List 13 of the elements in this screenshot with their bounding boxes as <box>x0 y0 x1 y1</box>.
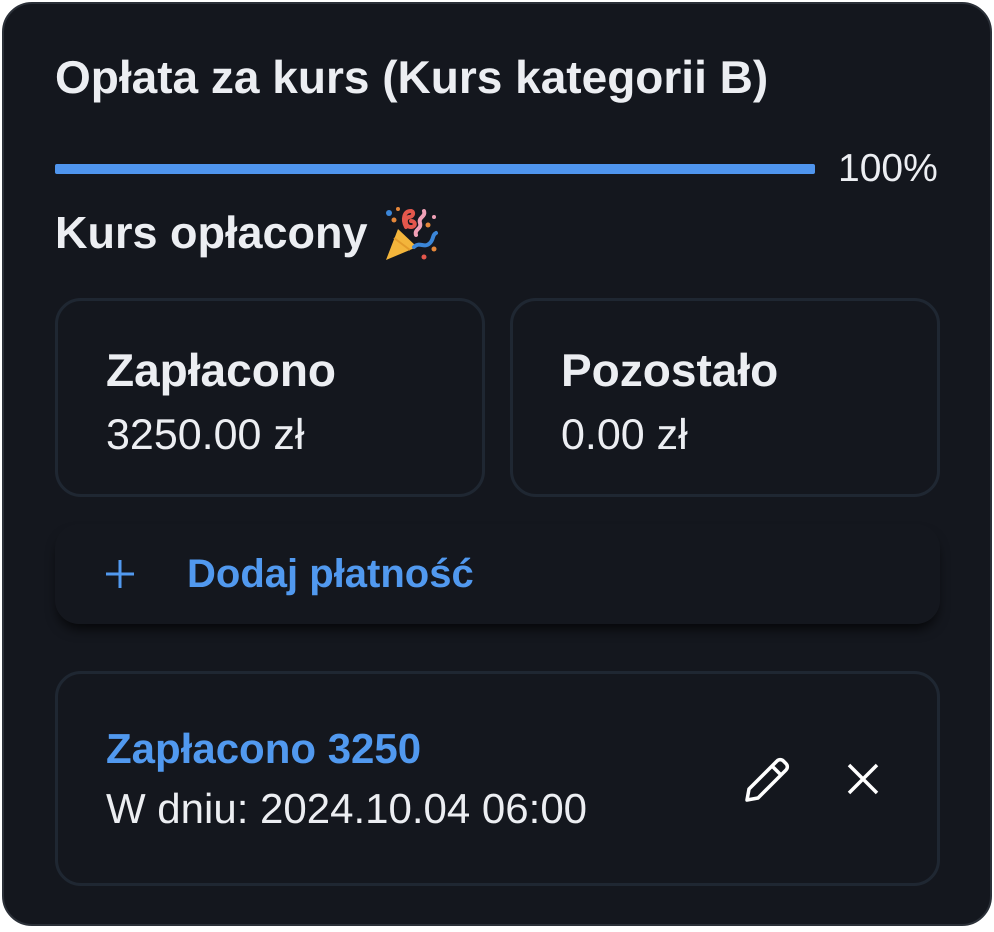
summary-value: 3250.00 zł <box>106 410 306 460</box>
close-icon[interactable] <box>847 762 879 794</box>
summary-label: Pozostało <box>561 343 780 397</box>
card-title: Opłata za kurs (Kurs kategorii B) <box>55 50 770 104</box>
add-payment-button[interactable]: Dodaj płatność <box>55 524 940 624</box>
plus-icon <box>106 560 134 588</box>
summary-label: Zapłacono <box>106 343 338 397</box>
payment-date: W dniu: 2024.10.04 06:00 <box>106 784 588 834</box>
party-popper-icon <box>384 204 440 262</box>
status-text: Kurs opłacony <box>55 206 368 260</box>
payment-title: Zapłacono 3250 <box>106 724 422 774</box>
summary-value: 0.00 zł <box>561 410 689 460</box>
progress-percentage: 100% <box>838 146 938 192</box>
